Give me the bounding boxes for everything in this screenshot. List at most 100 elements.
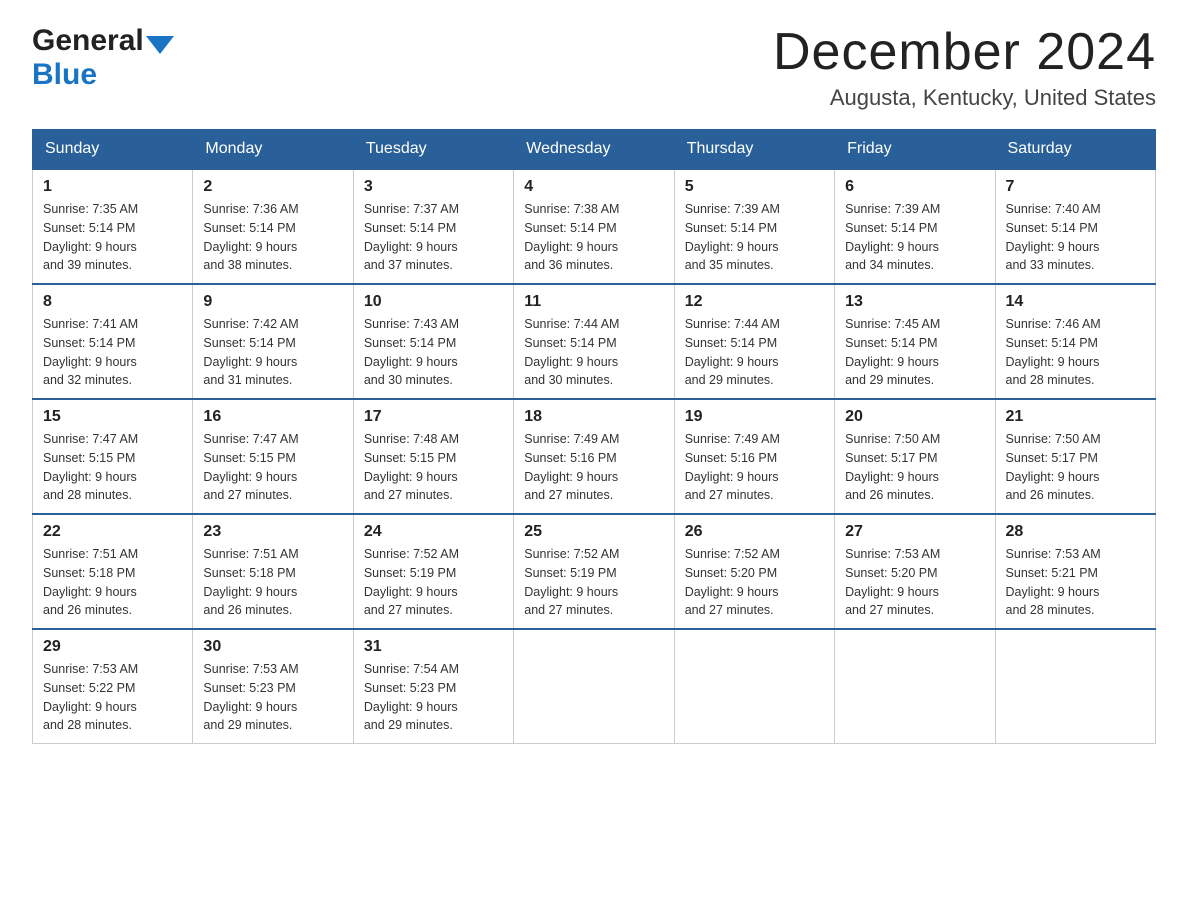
- calendar-cell: 12 Sunrise: 7:44 AMSunset: 5:14 PMDayligh…: [674, 284, 834, 399]
- calendar-cell: [995, 629, 1155, 744]
- calendar-cell: 5 Sunrise: 7:39 AMSunset: 5:14 PMDaylight…: [674, 169, 834, 284]
- calendar-cell: 4 Sunrise: 7:38 AMSunset: 5:14 PMDaylight…: [514, 169, 674, 284]
- day-number: 16: [203, 408, 342, 426]
- day-info: Sunrise: 7:53 AMSunset: 5:22 PMDaylight:…: [43, 660, 182, 735]
- day-info: Sunrise: 7:50 AMSunset: 5:17 PMDaylight:…: [845, 430, 984, 505]
- calendar-cell: 16Sunrise: 7:47 AMSunset: 5:15 PMDayligh…: [193, 399, 353, 514]
- calendar-cell: 1Sunrise: 7:35 AMSunset: 5:14 PMDaylight…: [33, 169, 193, 284]
- calendar-cell: 14 Sunrise: 7:46 AMSunset: 5:14 PMDayligh…: [995, 284, 1155, 399]
- location-title: Augusta, Kentucky, United States: [773, 85, 1156, 111]
- calendar-cell: 15 Sunrise: 7:47 AMSunset: 5:15 PMDayligh…: [33, 399, 193, 514]
- day-info: Sunrise: 7:40 AMSunset: 5:14 PMDaylight:…: [1006, 200, 1145, 275]
- month-title: December 2024: [773, 24, 1156, 81]
- day-number: 29: [43, 638, 182, 656]
- calendar-cell: 8 Sunrise: 7:41 AMSunset: 5:14 PMDaylight…: [33, 284, 193, 399]
- day-info: Sunrise: 7:51 AMSunset: 5:18 PMDaylight:…: [43, 545, 182, 620]
- day-info: Sunrise: 7:49 AMSunset: 5:16 PMDaylight:…: [524, 430, 663, 505]
- calendar-cell: 9Sunrise: 7:42 AMSunset: 5:14 PMDaylight…: [193, 284, 353, 399]
- calendar-cell: 21 Sunrise: 7:50 AMSunset: 5:17 PMDayligh…: [995, 399, 1155, 514]
- day-info: Sunrise: 7:41 AMSunset: 5:14 PMDaylight:…: [43, 315, 182, 390]
- calendar-week-row: 15 Sunrise: 7:47 AMSunset: 5:15 PMDayligh…: [33, 399, 1156, 514]
- day-of-week-header-sunday: Sunday: [33, 130, 193, 170]
- day-number: 26: [685, 523, 824, 541]
- day-info: Sunrise: 7:39 AMSunset: 5:14 PMDaylight:…: [685, 200, 824, 275]
- day-of-week-header-friday: Friday: [835, 130, 995, 170]
- calendar-cell: 18 Sunrise: 7:49 AMSunset: 5:16 PMDayligh…: [514, 399, 674, 514]
- title-block: December 2024 Augusta, Kentucky, United …: [773, 24, 1156, 111]
- calendar-cell: 29 Sunrise: 7:53 AMSunset: 5:22 PMDayligh…: [33, 629, 193, 744]
- calendar-cell: 22Sunrise: 7:51 AMSunset: 5:18 PMDayligh…: [33, 514, 193, 629]
- calendar-cell: [514, 629, 674, 744]
- day-number: 19: [685, 408, 824, 426]
- day-number: 20: [845, 408, 984, 426]
- day-info: Sunrise: 7:52 AMSunset: 5:19 PMDaylight:…: [524, 545, 663, 620]
- day-info: Sunrise: 7:46 AMSunset: 5:14 PMDaylight:…: [1006, 315, 1145, 390]
- day-info: Sunrise: 7:48 AMSunset: 5:15 PMDaylight:…: [364, 430, 503, 505]
- calendar-cell: 28 Sunrise: 7:53 AMSunset: 5:21 PMDayligh…: [995, 514, 1155, 629]
- header: General Blue December 2024 Augusta, Kent…: [32, 24, 1156, 111]
- day-number: 6: [845, 178, 984, 196]
- calendar-cell: 20 Sunrise: 7:50 AMSunset: 5:17 PMDayligh…: [835, 399, 995, 514]
- day-info: Sunrise: 7:53 AMSunset: 5:20 PMDaylight:…: [845, 545, 984, 620]
- calendar-cell: 19Sunrise: 7:49 AMSunset: 5:16 PMDayligh…: [674, 399, 834, 514]
- day-info: Sunrise: 7:47 AMSunset: 5:15 PMDaylight:…: [43, 430, 182, 505]
- day-number: 5: [685, 178, 824, 196]
- calendar-table: SundayMondayTuesdayWednesdayThursdayFrid…: [32, 129, 1156, 744]
- calendar-week-row: 8 Sunrise: 7:41 AMSunset: 5:14 PMDaylight…: [33, 284, 1156, 399]
- day-info: Sunrise: 7:38 AMSunset: 5:14 PMDaylight:…: [524, 200, 663, 275]
- day-info: Sunrise: 7:54 AMSunset: 5:23 PMDaylight:…: [364, 660, 503, 735]
- calendar-cell: 13 Sunrise: 7:45 AMSunset: 5:14 PMDayligh…: [835, 284, 995, 399]
- day-info: Sunrise: 7:45 AMSunset: 5:14 PMDaylight:…: [845, 315, 984, 390]
- day-number: 7: [1006, 178, 1145, 196]
- calendar-cell: [674, 629, 834, 744]
- day-info: Sunrise: 7:51 AMSunset: 5:18 PMDaylight:…: [203, 545, 342, 620]
- calendar-week-row: 22Sunrise: 7:51 AMSunset: 5:18 PMDayligh…: [33, 514, 1156, 629]
- day-info: Sunrise: 7:36 AMSunset: 5:14 PMDaylight:…: [203, 200, 342, 275]
- day-info: Sunrise: 7:35 AMSunset: 5:14 PMDaylight:…: [43, 200, 182, 275]
- calendar-cell: 31 Sunrise: 7:54 AMSunset: 5:23 PMDayligh…: [353, 629, 513, 744]
- day-number: 15: [43, 408, 182, 426]
- day-of-week-header-thursday: Thursday: [674, 130, 834, 170]
- day-info: Sunrise: 7:53 AMSunset: 5:21 PMDaylight:…: [1006, 545, 1145, 620]
- day-number: 11: [524, 293, 663, 311]
- day-number: 18: [524, 408, 663, 426]
- calendar-cell: 25 Sunrise: 7:52 AMSunset: 5:19 PMDayligh…: [514, 514, 674, 629]
- day-info: Sunrise: 7:53 AMSunset: 5:23 PMDaylight:…: [203, 660, 342, 735]
- day-number: 4: [524, 178, 663, 196]
- calendar-week-row: 29 Sunrise: 7:53 AMSunset: 5:22 PMDayligh…: [33, 629, 1156, 744]
- day-number: 27: [845, 523, 984, 541]
- day-number: 25: [524, 523, 663, 541]
- day-of-week-header-tuesday: Tuesday: [353, 130, 513, 170]
- day-info: Sunrise: 7:43 AMSunset: 5:14 PMDaylight:…: [364, 315, 503, 390]
- day-number: 8: [43, 293, 182, 311]
- calendar-cell: 30 Sunrise: 7:53 AMSunset: 5:23 PMDayligh…: [193, 629, 353, 744]
- day-info: Sunrise: 7:44 AMSunset: 5:14 PMDaylight:…: [685, 315, 824, 390]
- day-info: Sunrise: 7:37 AMSunset: 5:14 PMDaylight:…: [364, 200, 503, 275]
- day-number: 12: [685, 293, 824, 311]
- day-info: Sunrise: 7:50 AMSunset: 5:17 PMDaylight:…: [1006, 430, 1145, 505]
- logo-general-text: General: [32, 24, 144, 58]
- day-info: Sunrise: 7:42 AMSunset: 5:14 PMDaylight:…: [203, 315, 342, 390]
- logo-blue-text: Blue: [32, 58, 97, 92]
- day-of-week-header-monday: Monday: [193, 130, 353, 170]
- calendar-cell: 27 Sunrise: 7:53 AMSunset: 5:20 PMDayligh…: [835, 514, 995, 629]
- day-number: 21: [1006, 408, 1145, 426]
- day-number: 10: [364, 293, 503, 311]
- day-number: 30: [203, 638, 342, 656]
- calendar-cell: 11Sunrise: 7:44 AMSunset: 5:14 PMDayligh…: [514, 284, 674, 399]
- calendar-cell: [835, 629, 995, 744]
- calendar-cell: 3 Sunrise: 7:37 AMSunset: 5:14 PMDaylight…: [353, 169, 513, 284]
- day-of-week-header-saturday: Saturday: [995, 130, 1155, 170]
- day-info: Sunrise: 7:39 AMSunset: 5:14 PMDaylight:…: [845, 200, 984, 275]
- calendar-cell: 7 Sunrise: 7:40 AMSunset: 5:14 PMDaylight…: [995, 169, 1155, 284]
- calendar-cell: 2Sunrise: 7:36 AMSunset: 5:14 PMDaylight…: [193, 169, 353, 284]
- day-number: 31: [364, 638, 503, 656]
- day-info: Sunrise: 7:52 AMSunset: 5:19 PMDaylight:…: [364, 545, 503, 620]
- day-number: 28: [1006, 523, 1145, 541]
- day-number: 3: [364, 178, 503, 196]
- calendar-cell: 10 Sunrise: 7:43 AMSunset: 5:14 PMDayligh…: [353, 284, 513, 399]
- day-number: 14: [1006, 293, 1145, 311]
- day-number: 23: [203, 523, 342, 541]
- day-number: 13: [845, 293, 984, 311]
- logo-arrow-icon: [146, 36, 174, 54]
